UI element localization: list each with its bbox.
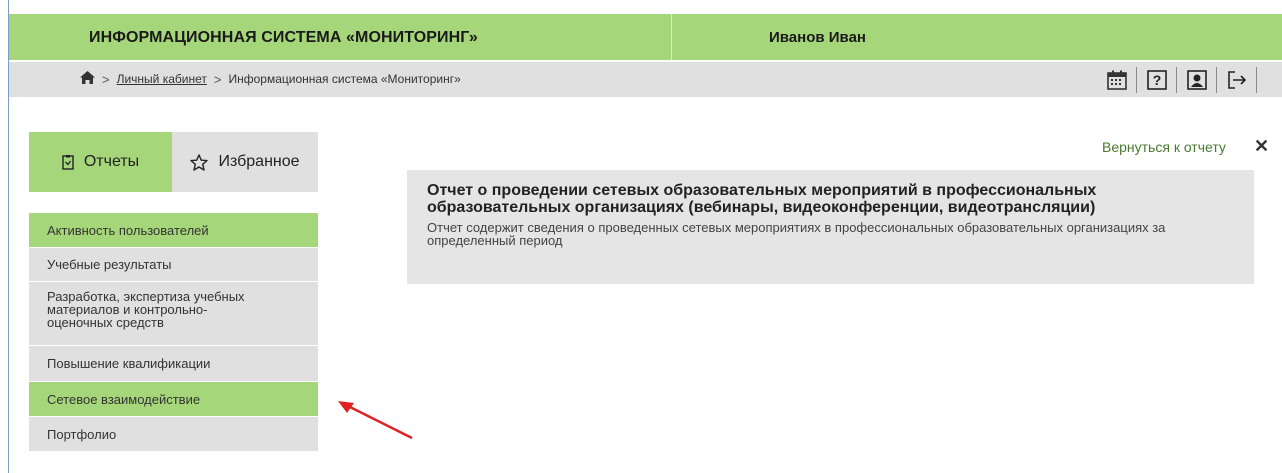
report-description: Отчет содержит сведения о проведенных се… — [427, 220, 1166, 248]
star-icon — [190, 153, 209, 171]
header-divider — [671, 14, 672, 60]
annotation-arrow-icon — [338, 401, 413, 440]
user-name[interactable]: Иванов Иван — [769, 29, 866, 46]
menu-item-network-interaction[interactable]: Сетевое взаимодействие — [29, 382, 318, 417]
breadcrumb-separator: > — [102, 71, 110, 87]
close-icon[interactable]: ✕ — [1254, 136, 1269, 157]
menu-item-portfolio[interactable]: Портфолио — [29, 417, 318, 452]
menu-item-user-activity[interactable]: Активность пользователей — [29, 213, 318, 248]
home-icon[interactable] — [80, 71, 95, 87]
breadcrumb-link-cabinet[interactable]: Личный кабинет — [117, 72, 207, 86]
profile-icon[interactable] — [1177, 67, 1217, 93]
calendar-icon[interactable] — [1097, 67, 1137, 93]
logout-icon[interactable] — [1217, 67, 1257, 93]
app-title: ИНФОРМАЦИОННАЯ СИСТЕМА «МОНИТОРИНГ» — [89, 29, 478, 46]
tab-favorites[interactable]: Избранное — [172, 132, 318, 192]
menu-item-qualification[interactable]: Повышение квалификации — [29, 346, 318, 382]
report-category-menu: Активность пользователей Учебные результ… — [29, 213, 318, 452]
document-icon — [62, 154, 74, 170]
breadcrumb-separator: > — [213, 71, 222, 87]
menu-item-learning-results[interactable]: Учебные результаты — [29, 248, 318, 282]
menu-item-materials-development[interactable]: Разработка, экспертиза учебных материало… — [29, 282, 318, 346]
report-card[interactable]: Отчет о проведении сетевых образовательн… — [407, 170, 1254, 284]
menu-item-materials-label: Разработка, экспертиза учебных материало… — [47, 289, 245, 330]
toolbar-icons: ? — [1097, 67, 1257, 93]
breadcrumb-bar: > Личный кабинет > Информационная систем… — [9, 62, 1282, 97]
help-icon[interactable]: ? — [1137, 67, 1177, 93]
tab-reports-label: Отчеты — [83, 153, 140, 170]
breadcrumb-current: Информационная система «Мониторинг» — [228, 72, 461, 86]
report-title: Отчет о проведении сетевых образовательн… — [427, 182, 1097, 216]
header-bar: ИНФОРМАЦИОННАЯ СИСТЕМА «МОНИТОРИНГ» Иван… — [9, 14, 1282, 60]
help-icon-glyph: ? — [1152, 72, 1161, 88]
breadcrumb: > Личный кабинет > Информационная систем… — [80, 71, 461, 87]
tab-favorites-label: Избранное — [218, 153, 300, 170]
report-tabs: Отчеты Избранное — [29, 132, 318, 192]
back-to-report-link[interactable]: Вернуться к отчету — [1102, 139, 1226, 155]
tab-reports[interactable]: Отчеты — [29, 132, 172, 192]
